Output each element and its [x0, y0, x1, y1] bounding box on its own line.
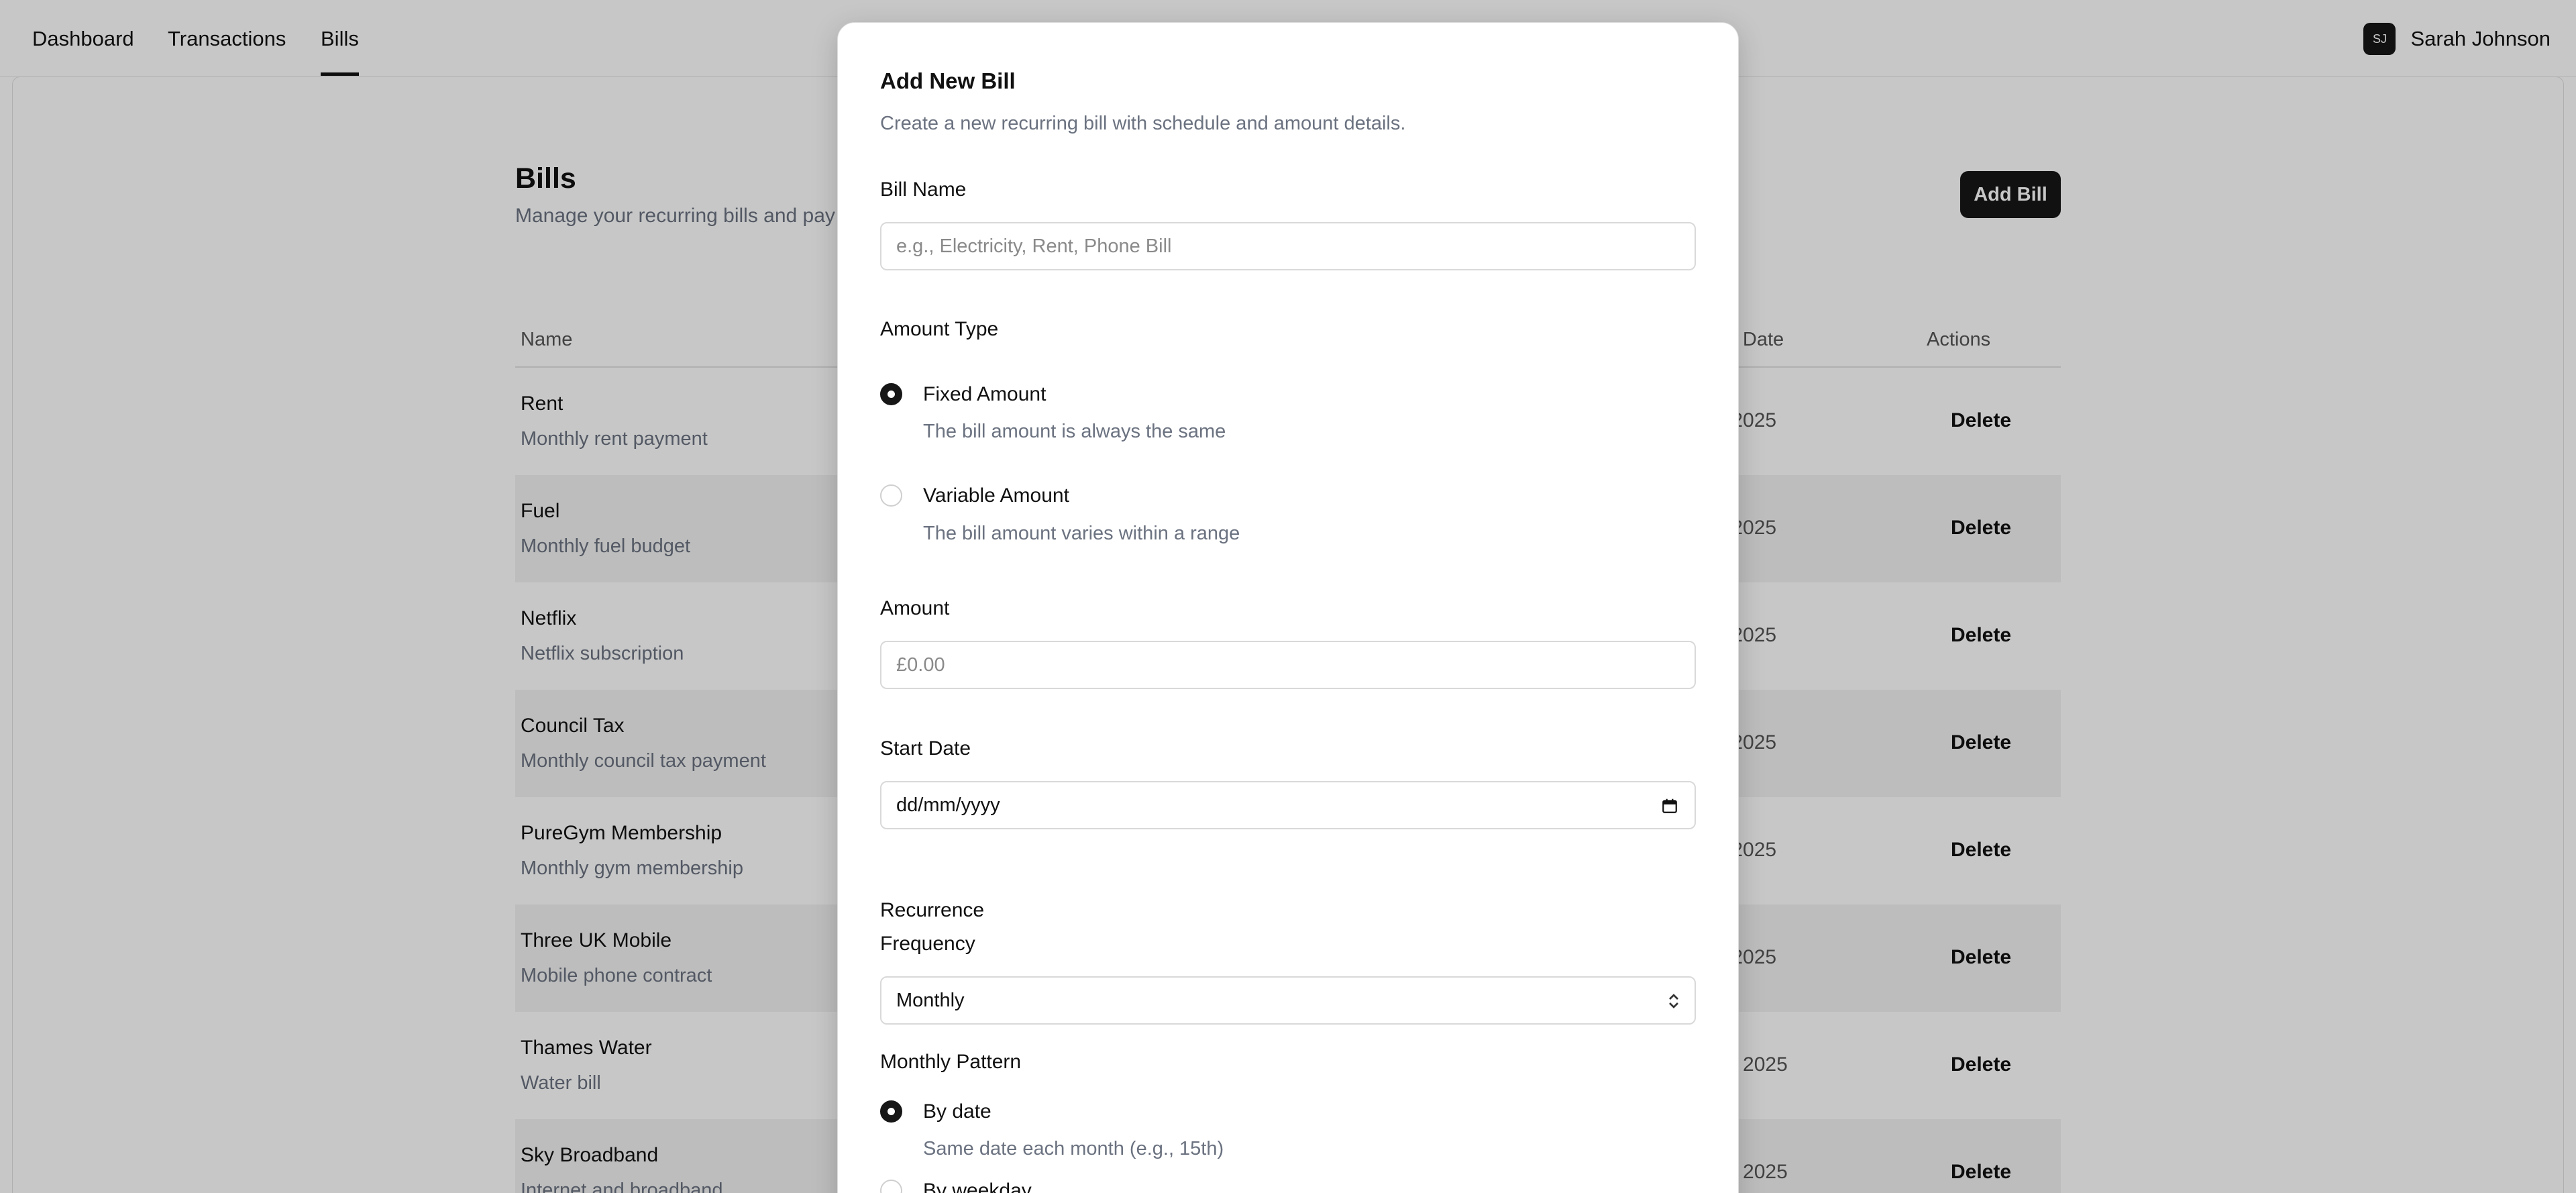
amount-type-label: Amount Type: [880, 318, 999, 340]
by-date-help: Same date each month (e.g., 15th): [923, 1138, 1224, 1159]
dialog-description: Create a new recurring bill with schedul…: [880, 113, 1406, 134]
start-date-label: Start Date: [880, 737, 971, 760]
by-date-radio[interactable]: [880, 1100, 902, 1123]
fixed-amount-radio[interactable]: [880, 383, 902, 405]
by-weekday-label[interactable]: By weekday: [923, 1180, 1032, 1193]
start-date-placeholder: dd/mm/yyyy: [896, 794, 1000, 816]
dialog-title: Add New Bill: [880, 68, 1016, 93]
monthly-pattern-label: Monthly Pattern: [880, 1051, 1022, 1073]
amount-input[interactable]: [880, 641, 1696, 689]
by-weekday-radio[interactable]: [880, 1180, 902, 1193]
variable-amount-label[interactable]: Variable Amount: [923, 484, 1069, 507]
amount-label: Amount: [880, 597, 950, 619]
frequency-select[interactable]: Monthly: [880, 976, 1696, 1025]
bill-name-label: Bill Name: [880, 178, 967, 201]
by-date-label[interactable]: By date: [923, 1100, 991, 1123]
frequency-value: Monthly: [896, 989, 965, 1011]
variable-amount-radio[interactable]: [880, 484, 902, 507]
fixed-amount-label[interactable]: Fixed Amount: [923, 383, 1046, 406]
bill-name-input[interactable]: [880, 222, 1696, 270]
add-bill-dialog: Add New Bill Create a new recurring bill…: [837, 22, 1739, 1193]
fixed-amount-help: The bill amount is always the same: [923, 421, 1226, 442]
calendar-icon[interactable]: [1661, 797, 1678, 815]
variable-amount-help: The bill amount varies within a range: [923, 523, 1240, 544]
recurrence-label: Recurrence: [880, 899, 985, 921]
start-date-input[interactable]: dd/mm/yyyy: [880, 781, 1696, 829]
chevron-up-down-icon: [1669, 994, 1678, 1008]
frequency-label: Frequency: [880, 933, 975, 955]
